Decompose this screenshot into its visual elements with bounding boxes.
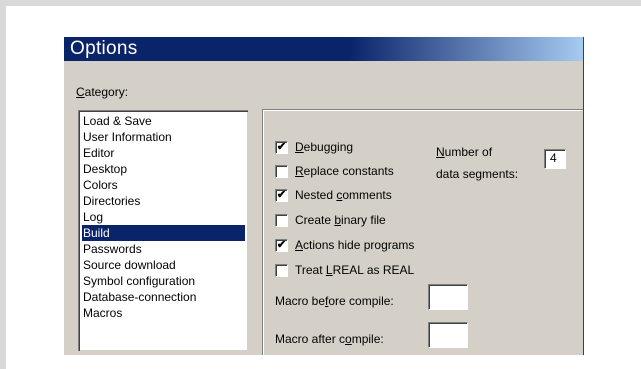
page-frame-top — [0, 0, 641, 6]
category-item-colors[interactable]: Colors — [82, 177, 245, 193]
category-label: Category: — [76, 85, 129, 99]
actions-hide-programs-label: Actions hide programs — [295, 238, 415, 252]
title-bar: Options — [64, 37, 583, 61]
treat-lreal-as-real-check-box[interactable] — [275, 264, 288, 277]
category-item-symbol-configuration[interactable]: Symbol configuration — [82, 273, 245, 289]
build-options-panel: ✔ Debugging Replace constants ✔ Nested c… — [262, 109, 583, 355]
debugging-label: Debugging — [295, 140, 354, 154]
category-item-build[interactable]: Build — [82, 225, 245, 241]
dialog-title: Options — [70, 38, 138, 59]
category-item-database-connection[interactable]: Database-connection — [82, 289, 245, 305]
category-item-editor[interactable]: Editor — [82, 145, 245, 161]
category-item-macros[interactable]: Macros — [82, 305, 245, 321]
nested-comments-label: Nested comments — [295, 188, 392, 202]
macro-after-compile-input[interactable] — [428, 322, 468, 348]
number-of-segments-label-line1: Number of — [436, 145, 493, 159]
create-binary-file-check-box[interactable] — [275, 214, 288, 227]
category-item-source-download[interactable]: Source download — [82, 257, 245, 273]
category-item-directories[interactable]: Directories — [82, 193, 245, 209]
macro-before-compile-label: Macro before compile: — [275, 294, 394, 308]
category-item-passwords[interactable]: Passwords — [82, 241, 245, 257]
category-item-log[interactable]: Log — [82, 209, 245, 225]
category-item-user-information[interactable]: User Information — [82, 129, 245, 145]
debugging-check-box[interactable]: ✔ — [275, 141, 288, 154]
page-frame-left — [0, 6, 6, 369]
options-dialog: Options Category: Load & Save User Infor… — [64, 37, 584, 355]
replace-constants-label: Replace constants — [295, 164, 394, 178]
number-of-segments-label-line2: data segments: — [436, 167, 519, 181]
treat-lreal-as-real-label: Treat LREAL as REAL — [295, 263, 415, 277]
replace-constants-check-box[interactable] — [275, 165, 288, 178]
actions-hide-programs-check-box[interactable]: ✔ — [275, 239, 288, 252]
category-item-desktop[interactable]: Desktop — [82, 161, 245, 177]
category-list[interactable]: Load & Save User Information Editor Desk… — [78, 110, 248, 351]
category-item-load-save[interactable]: Load & Save — [82, 113, 245, 129]
macro-before-compile-input[interactable] — [428, 284, 468, 310]
data-segments-input[interactable]: 4 — [544, 149, 566, 169]
nested-comments-check-box[interactable]: ✔ — [275, 189, 288, 202]
create-binary-file-label: Create binary file — [295, 213, 386, 227]
macro-after-compile-label: Macro after compile: — [275, 332, 384, 346]
